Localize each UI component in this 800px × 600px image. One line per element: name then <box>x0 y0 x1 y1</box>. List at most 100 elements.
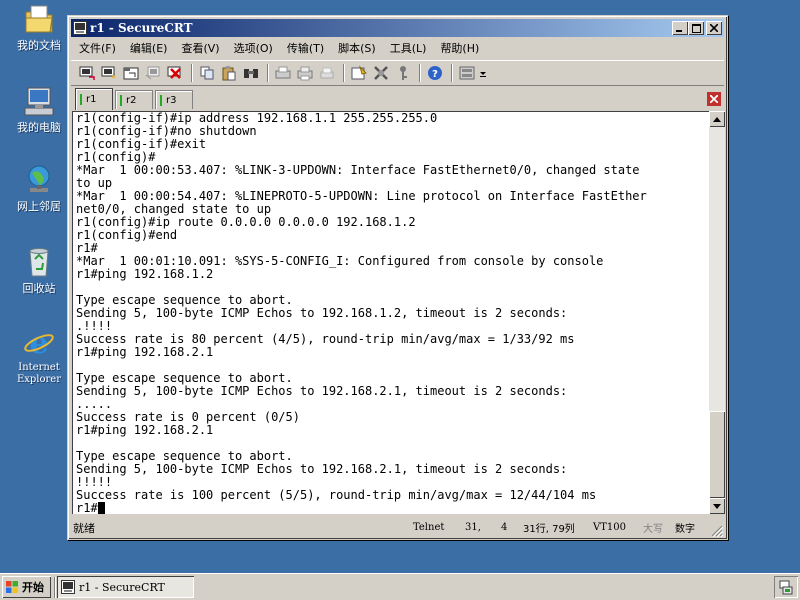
menu-bar: 文件(F) 编辑(E) 查看(V) 选项(O) 传输(T) 脚本(S) 工具(L… <box>71 38 724 58</box>
close-button[interactable] <box>706 21 722 35</box>
status-protocol: Telnet <box>413 522 445 533</box>
resize-grip-icon[interactable] <box>711 525 723 537</box>
menu-transfer[interactable]: 传输(T) <box>279 40 330 56</box>
desktop-icon-my-computer[interactable]: 我的电脑 <box>4 84 74 134</box>
vertical-scrollbar[interactable] <box>709 111 725 514</box>
my-computer-icon <box>24 87 54 116</box>
desktop-icon-my-documents[interactable]: 我的文档 <box>4 2 74 52</box>
desktop-icon-label: 回收站 <box>22 282 56 295</box>
menu-tools[interactable]: 工具(L) <box>382 40 433 56</box>
terminal-line: r1(config-if)#exit <box>76 137 207 151</box>
connect-button[interactable] <box>77 63 97 83</box>
menu-script[interactable]: 脚本(S) <box>330 40 382 56</box>
menu-help[interactable]: 帮助(H) <box>432 40 485 56</box>
toolbar-separator <box>267 64 269 82</box>
tab-r3[interactable]: r3 <box>155 90 193 109</box>
desktop-icon-label: Internet Explorer <box>16 362 62 385</box>
close-icon <box>710 95 718 103</box>
paste-button[interactable] <box>219 63 239 83</box>
menu-file[interactable]: 文件(F) <box>71 40 122 56</box>
status-num-lock: 数字 <box>675 524 695 535</box>
terminal-line: r1#ping 192.168.1.2 <box>76 267 214 281</box>
status-row: 31, <box>465 522 481 533</box>
terminal-output: r1(config-if)#ip address 192.168.1.1 255… <box>76 112 709 514</box>
find-button[interactable] <box>241 63 261 83</box>
disconnect-icon <box>167 66 181 79</box>
tab-label: r3 <box>166 94 177 106</box>
desktop-icon-recycle-bin[interactable]: 回收站 <box>4 245 74 295</box>
keymap-icon <box>400 66 407 80</box>
help-icon: ? <box>428 66 442 80</box>
svg-text:?: ? <box>432 69 438 80</box>
terminal-line: Success rate is 100 percent (5/5), round… <box>76 488 597 502</box>
taskbar-item-securecrt[interactable]: r1 - SecureCRT <box>57 576 194 598</box>
copy-button[interactable] <box>197 63 217 83</box>
sftp-button[interactable] <box>457 63 477 83</box>
find-icon <box>244 69 258 78</box>
minimize-button[interactable] <box>672 21 688 35</box>
toolbar-separator <box>451 64 453 82</box>
scrollbar-thumb[interactable] <box>709 411 725 498</box>
desktop-icon-internet-explorer[interactable]: e Internet Explorer <box>4 325 74 386</box>
internet-explorer-icon: e <box>24 326 54 359</box>
connected-indicator-icon <box>120 94 122 106</box>
terminal-screen[interactable]: r1(config-if)#ip address 192.168.1.1 255… <box>72 111 709 514</box>
status-text: 就绪 <box>73 521 95 535</box>
terminal-cursor <box>97 502 105 514</box>
status-emulation: VT100 <box>593 522 626 533</box>
global-options-button[interactable] <box>371 63 391 83</box>
start-label: 开始 <box>22 581 44 594</box>
close-tab-button[interactable] <box>707 92 721 106</box>
toolbar-overflow-icon[interactable] <box>479 68 487 78</box>
quick-connect-button[interactable] <box>99 63 119 83</box>
session-tabs: r1 r2 r3 <box>71 88 724 110</box>
copy-icon <box>200 66 214 80</box>
terminal-line: r1(config)#end <box>76 228 178 242</box>
tab-label: r2 <box>126 94 137 106</box>
status-col: 4 <box>501 522 508 533</box>
recycle-bin-icon <box>29 248 49 277</box>
paste-icon <box>222 66 236 81</box>
print-selection-button[interactable] <box>317 63 337 83</box>
menu-view[interactable]: 查看(V) <box>173 40 225 56</box>
session-options-icon <box>351 65 367 80</box>
securecrt-app-icon <box>73 21 87 35</box>
scroll-up-button[interactable] <box>709 111 725 127</box>
terminal-line: r1#ping 192.168.2.1 <box>76 423 214 437</box>
tab-r1[interactable]: r1 <box>75 88 113 110</box>
scroll-down-button[interactable] <box>709 498 725 514</box>
windows-logo-icon <box>6 581 18 593</box>
start-button[interactable]: 开始 <box>2 576 51 598</box>
print-selection-icon <box>320 67 334 79</box>
connect-in-tab-button[interactable] <box>121 63 141 83</box>
maximize-icon <box>691 23 701 33</box>
connect-icon <box>79 66 95 80</box>
maximize-button[interactable] <box>688 21 704 35</box>
toolbar-separator <box>419 64 421 82</box>
keymap-button[interactable] <box>393 63 413 83</box>
print-setup-button[interactable] <box>295 63 315 83</box>
menu-options[interactable]: 选项(O) <box>226 40 279 56</box>
terminal-line: *Mar 1 00:00:53.407: %LINK-3-UPDOWN: Int… <box>76 163 640 177</box>
terminal-line: Sending 5, 100-byte ICMP Echos to 192.16… <box>76 306 568 320</box>
reconnect-icon <box>145 66 160 80</box>
sftp-icon <box>459 66 475 80</box>
disconnect-button[interactable] <box>165 63 185 83</box>
connected-indicator-icon <box>80 94 82 105</box>
print-button[interactable] <box>273 63 293 83</box>
network-tray-icon[interactable] <box>778 579 794 595</box>
window-title: r1 - SecureCRT <box>90 21 193 35</box>
toolbar: ? <box>71 60 724 86</box>
session-options-button[interactable] <box>349 63 369 83</box>
close-icon <box>710 24 718 32</box>
terminal-line: r1#ping 192.168.2.1 <box>76 345 214 359</box>
title-bar[interactable]: r1 - SecureCRT <box>71 19 724 37</box>
securecrt-window: r1 - SecureCRT 文件(F) 编辑(E) 查看(V) 选项(O) 传… <box>67 15 728 540</box>
desktop-icon-label: 我的电脑 <box>17 121 61 134</box>
desktop-icon-network-places[interactable]: 网上邻居 <box>4 163 74 213</box>
menu-edit[interactable]: 编辑(E) <box>122 40 174 56</box>
tab-r2[interactable]: r2 <box>115 90 153 109</box>
help-button[interactable]: ? <box>425 63 445 83</box>
reconnect-button[interactable] <box>143 63 163 83</box>
securecrt-app-icon <box>61 580 75 594</box>
